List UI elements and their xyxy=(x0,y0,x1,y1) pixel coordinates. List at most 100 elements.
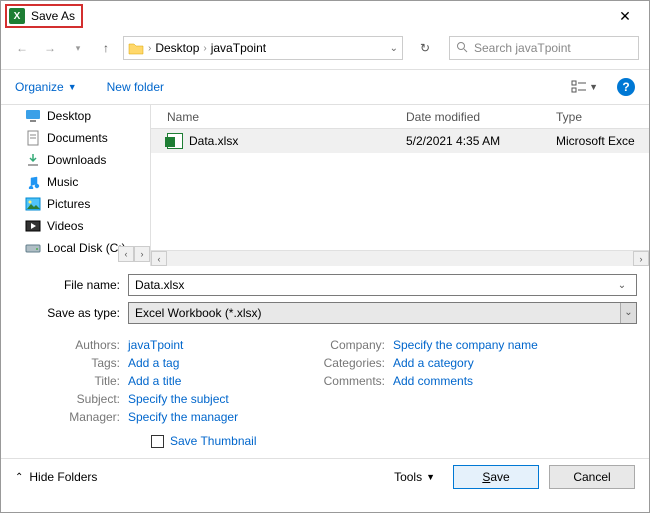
refresh-button[interactable]: ↻ xyxy=(413,36,437,60)
subject-value[interactable]: Specify the subject xyxy=(128,392,229,406)
comments-label: Comments: xyxy=(313,374,393,388)
forward-button[interactable]: → xyxy=(39,37,61,59)
search-input[interactable]: Search javaTpoint xyxy=(449,36,639,60)
tree-desktop[interactable]: Desktop xyxy=(1,105,150,127)
tags-value[interactable]: Add a tag xyxy=(128,356,179,370)
search-placeholder: Search javaTpoint xyxy=(474,41,571,55)
new-folder-button[interactable]: New folder xyxy=(107,80,164,94)
organize-menu[interactable]: Organize ▼ xyxy=(15,80,77,94)
col-name[interactable]: Name xyxy=(151,110,406,124)
scroll-right-icon[interactable]: › xyxy=(134,246,150,262)
view-options[interactable]: ▼ xyxy=(566,77,603,97)
back-button[interactable]: ← xyxy=(11,37,33,59)
title-value[interactable]: Add a title xyxy=(128,374,181,388)
hide-folders-label: Hide Folders xyxy=(29,470,97,484)
tree-documents[interactable]: Documents xyxy=(1,127,150,149)
chevron-down-icon[interactable]: ⌄ xyxy=(620,303,636,323)
file-name: Data.xlsx xyxy=(189,134,238,148)
nav-bar: ← → ▾ ↑ › Desktop › javaTpoint ⌄ ↻ Searc… xyxy=(1,31,649,65)
tree-label: Downloads xyxy=(47,153,106,167)
chevron-down-icon[interactable]: ⌄ xyxy=(614,280,630,291)
cancel-button[interactable]: Cancel xyxy=(549,465,635,489)
excel-file-icon xyxy=(167,133,183,149)
close-button[interactable]: ✕ xyxy=(605,1,645,31)
desktop-icon xyxy=(25,108,41,124)
chevron-down-icon: ▼ xyxy=(589,82,598,92)
new-folder-label: New folder xyxy=(107,80,164,94)
filename-field[interactable] xyxy=(135,278,614,292)
folder-tree[interactable]: Desktop Documents Downloads Music Pictur… xyxy=(1,105,151,266)
column-headers: Name Date modified Type xyxy=(151,105,649,129)
tree-label: Pictures xyxy=(47,197,90,211)
documents-icon xyxy=(25,130,41,146)
manager-value[interactable]: Specify the manager xyxy=(128,410,238,424)
scroll-left-icon[interactable]: ‹ xyxy=(118,246,134,262)
tree-label: Documents xyxy=(47,131,108,145)
titlebar: X Save As ✕ xyxy=(1,1,649,31)
chevron-right-icon: › xyxy=(203,43,206,54)
title-highlight: X Save As xyxy=(5,4,83,28)
file-date: 5/2/2021 4:35 AM xyxy=(406,134,556,148)
folder-icon xyxy=(128,41,144,55)
filename-input[interactable]: ⌄ xyxy=(128,274,637,296)
excel-icon: X xyxy=(9,8,25,24)
categories-value[interactable]: Add a category xyxy=(393,356,474,370)
scroll-track[interactable] xyxy=(167,251,633,266)
savetype-select[interactable]: Excel Workbook (*.xlsx) ⌄ xyxy=(128,302,637,324)
tools-menu[interactable]: Tools ▼ xyxy=(394,470,435,484)
recent-dropdown[interactable]: ▾ xyxy=(67,37,89,59)
file-type: Microsoft Exce xyxy=(556,134,649,148)
tree-label: Videos xyxy=(47,219,83,233)
breadcrumb[interactable]: › Desktop › javaTpoint ⌄ xyxy=(123,36,403,60)
subject-label: Subject: xyxy=(13,392,128,406)
file-list: Name Date modified Type Data.xlsx 5/2/20… xyxy=(151,105,649,266)
cancel-label: Cancel xyxy=(573,470,610,484)
help-button[interactable]: ? xyxy=(617,78,635,96)
col-date[interactable]: Date modified xyxy=(406,110,556,124)
thumbnail-checkbox[interactable] xyxy=(151,435,164,448)
comments-value[interactable]: Add comments xyxy=(393,374,473,388)
breadcrumb-dropdown[interactable]: ⌄ xyxy=(390,43,398,54)
savetype-label: Save as type: xyxy=(13,306,128,320)
company-label: Company: xyxy=(313,338,393,352)
tools-label: Tools xyxy=(394,470,422,484)
authors-value[interactable]: javaTpoint xyxy=(128,338,183,352)
tree-downloads[interactable]: Downloads xyxy=(1,149,150,171)
music-icon xyxy=(25,174,41,190)
thumbnail-label[interactable]: Save Thumbnail xyxy=(170,434,257,448)
tree-label: Desktop xyxy=(47,109,91,123)
drive-icon xyxy=(25,240,41,256)
categories-label: Categories: xyxy=(313,356,393,370)
savetype-value: Excel Workbook (*.xlsx) xyxy=(135,306,261,320)
chevron-down-icon: ▼ xyxy=(68,82,77,92)
toolbar: Organize ▼ New folder ▼ ? xyxy=(1,70,649,104)
videos-icon xyxy=(25,218,41,234)
scroll-right-icon[interactable]: › xyxy=(633,251,649,266)
tree-videos[interactable]: Videos xyxy=(1,215,150,237)
hide-folders-button[interactable]: ⌃ Hide Folders xyxy=(15,470,97,484)
tree-label: Music xyxy=(47,175,78,189)
up-button[interactable]: ↑ xyxy=(95,37,117,59)
file-row[interactable]: Data.xlsx 5/2/2021 4:35 AM Microsoft Exc… xyxy=(151,129,649,153)
tree-hscroll[interactable]: ‹ › xyxy=(118,246,150,262)
crumb-desktop[interactable]: Desktop xyxy=(155,41,199,55)
crumb-current[interactable]: javaTpoint xyxy=(211,41,266,55)
tree-pictures[interactable]: Pictures xyxy=(1,193,150,215)
file-hscroll[interactable]: ‹ › xyxy=(151,250,649,266)
window-title: Save As xyxy=(31,9,75,23)
scroll-left-icon[interactable]: ‹ xyxy=(151,251,167,266)
pictures-icon xyxy=(25,196,41,212)
metadata: Authors:javaTpoint Tags:Add a tag Title:… xyxy=(1,334,649,424)
tree-music[interactable]: Music xyxy=(1,171,150,193)
view-icon xyxy=(571,80,587,94)
thumbnail-row: Save Thumbnail xyxy=(1,424,649,458)
save-form: File name: ⌄ Save as type: Excel Workboo… xyxy=(1,266,649,334)
company-value[interactable]: Specify the company name xyxy=(393,338,538,352)
col-type[interactable]: Type xyxy=(556,110,649,124)
search-icon xyxy=(456,41,468,56)
chevron-up-icon: ⌃ xyxy=(15,472,23,483)
save-button[interactable]: Save xyxy=(453,465,539,489)
title-label: Title: xyxy=(13,374,128,388)
chevron-down-icon: ▼ xyxy=(426,472,435,482)
filename-label: File name: xyxy=(13,278,128,292)
